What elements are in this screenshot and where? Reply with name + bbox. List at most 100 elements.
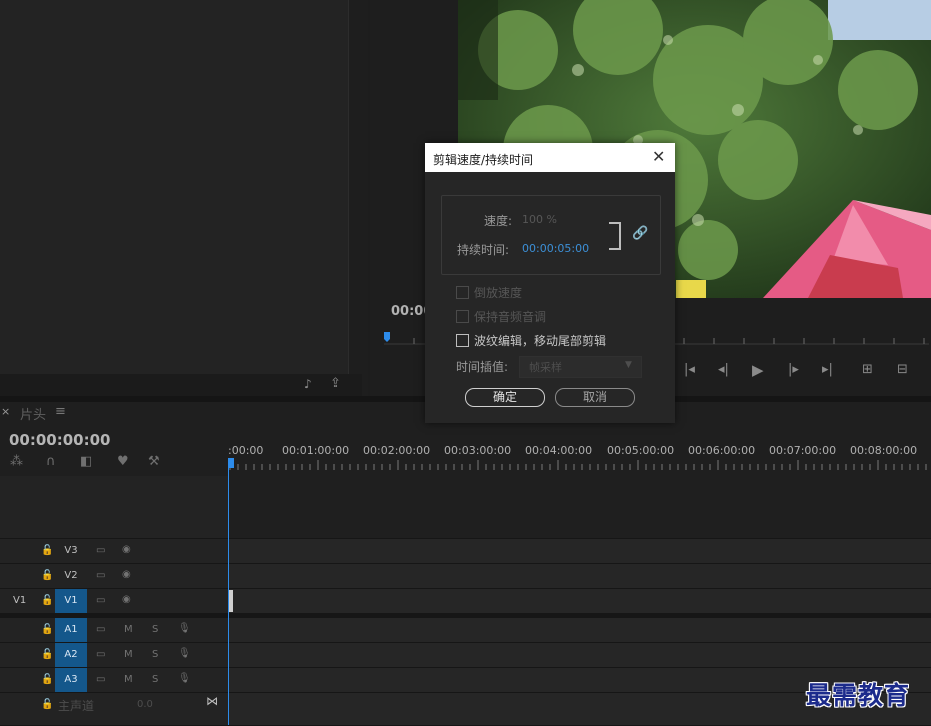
audio-track-a1: 🔓 A1 ▭ M S 🎙 xyxy=(0,618,931,643)
ripple-edit-label: 波纹编辑，移动尾部剪辑 xyxy=(474,334,607,348)
lock-icon[interactable]: 🔓 xyxy=(41,674,53,685)
sequence-tab[interactable]: 片头 xyxy=(20,404,46,423)
add-marker-icon[interactable]: ♥ xyxy=(117,454,129,469)
video-track-v2: 🔓 V2 ▭ ◉ xyxy=(0,564,931,589)
step-back-frame-icon[interactable]: ◂| xyxy=(718,362,729,377)
track-lane[interactable] xyxy=(229,643,931,667)
step-forward-frame-icon[interactable]: |▸ xyxy=(788,362,799,377)
close-icon[interactable]: ✕ xyxy=(652,147,665,166)
time-interpolation-label: 时间插值: xyxy=(456,360,509,374)
lock-icon[interactable]: 🔓 xyxy=(41,649,53,660)
reverse-speed-checkbox[interactable] xyxy=(456,286,469,299)
sync-lock-icon[interactable]: ▭ xyxy=(96,649,105,660)
ruler-label: 00:07:00:00 xyxy=(769,444,837,457)
track-target-toggle[interactable]: V2 xyxy=(55,564,87,588)
panel-menu-icon[interactable]: ≡ xyxy=(55,404,66,419)
track-target-toggle[interactable]: V1 xyxy=(55,589,87,613)
snap-magnet-icon[interactable]: ∩ xyxy=(46,454,56,469)
track-target-toggle[interactable]: A1 xyxy=(55,618,87,642)
source-monitor-viewer xyxy=(0,0,349,374)
lift-icon[interactable]: ⊞ xyxy=(862,362,873,377)
source-patch-v1[interactable]: V1 xyxy=(13,595,26,606)
microphone-icon[interactable]: 🎙 xyxy=(178,623,191,634)
lock-icon[interactable]: 🔓 xyxy=(41,570,53,581)
eye-icon[interactable]: ◉ xyxy=(122,594,131,605)
mute-button[interactable]: M xyxy=(124,649,133,660)
close-tab-icon[interactable]: × xyxy=(1,405,10,418)
eye-icon[interactable]: ◉ xyxy=(122,544,131,555)
watermark-logo: 最需教育 xyxy=(806,681,911,710)
mute-button[interactable]: M xyxy=(124,624,133,635)
master-volume-value[interactable]: 0.0 xyxy=(137,699,153,710)
chain-link-icon[interactable]: 🔗 xyxy=(632,226,648,241)
ok-button[interactable]: 确定 xyxy=(465,388,545,407)
export-frame-icon[interactable]: ⇪ xyxy=(330,376,341,391)
step-forward-edit-icon[interactable]: ▸| xyxy=(822,362,833,377)
ripple-edit-checkbox[interactable] xyxy=(456,334,469,347)
audio-drag-icon[interactable]: ♪ xyxy=(304,377,312,391)
play-icon[interactable]: ▶ xyxy=(752,361,764,379)
timeline-ruler[interactable] xyxy=(228,460,931,470)
bowtie-icon[interactable]: ⋈ xyxy=(206,694,218,708)
sync-lock-icon[interactable]: ▭ xyxy=(96,545,105,556)
sync-lock-icon[interactable]: ▭ xyxy=(96,570,105,581)
maintain-pitch-checkbox[interactable] xyxy=(456,310,469,323)
dialog-title: 剪辑速度/持续时间 xyxy=(433,153,534,167)
solo-button[interactable]: S xyxy=(152,649,158,660)
cancel-button[interactable]: 取消 xyxy=(555,388,635,407)
ruler-label: 00:01:00:00 xyxy=(282,444,350,457)
lock-icon[interactable]: 🔓 xyxy=(41,699,53,710)
track-lane[interactable] xyxy=(229,539,931,563)
link-bracket xyxy=(609,222,621,250)
extract-icon[interactable]: ⊟ xyxy=(897,362,908,377)
transport-controls: |◂ ◂| ▶ |▸ ▸| ⊞ ⊟ xyxy=(680,361,930,388)
lock-icon[interactable]: 🔓 xyxy=(41,545,53,556)
timeline-timecode[interactable]: 00:00:00:00 xyxy=(9,431,111,449)
reverse-speed-label: 倒放速度 xyxy=(474,286,523,300)
duration-label: 持续时间: xyxy=(457,243,510,257)
ruler-label: 00:04:00:00 xyxy=(525,444,593,457)
ruler-label: :00:00 xyxy=(228,444,264,457)
linked-selection-icon[interactable]: ◧ xyxy=(80,454,92,469)
ruler-label: 00:05:00:00 xyxy=(607,444,675,457)
microphone-icon[interactable]: 🎙 xyxy=(178,648,191,659)
clip-on-v1[interactable] xyxy=(229,590,233,612)
timeline-toolbar: ⁂ ∩ ◧ ♥ ⚒ xyxy=(10,454,180,472)
program-playhead-icon[interactable] xyxy=(384,332,391,342)
track-target-toggle[interactable]: V3 xyxy=(55,539,87,563)
duration-input[interactable]: 00:00:05:00 xyxy=(522,242,589,255)
ruler-label: 00:03:00:00 xyxy=(444,444,512,457)
speed-duration-group xyxy=(441,195,661,275)
nest-icon[interactable]: ⁂ xyxy=(10,454,23,469)
speed-input[interactable]: 100 % xyxy=(522,213,557,226)
timeline-ruler-labels: :00:00 00:01:00:00 00:02:00:00 00:03:00:… xyxy=(228,444,931,458)
sync-lock-icon[interactable]: ▭ xyxy=(96,674,105,685)
track-spacer xyxy=(0,476,931,539)
maintain-pitch-label: 保持音频音调 xyxy=(474,310,547,324)
time-interpolation-value: 帧采样 xyxy=(529,361,562,374)
ruler-label: 00:06:00:00 xyxy=(688,444,756,457)
lock-icon[interactable]: 🔓 xyxy=(41,624,53,635)
track-target-toggle[interactable]: A3 xyxy=(55,668,87,692)
ruler-label: 00:02:00:00 xyxy=(363,444,431,457)
sync-lock-icon[interactable]: ▭ xyxy=(96,595,105,606)
solo-button[interactable]: S xyxy=(152,674,158,685)
clip-speed-dialog xyxy=(425,143,675,423)
solo-button[interactable]: S xyxy=(152,624,158,635)
eye-icon[interactable]: ◉ xyxy=(122,569,131,580)
microphone-icon[interactable]: 🎙 xyxy=(178,673,191,684)
sync-lock-icon[interactable]: ▭ xyxy=(96,624,105,635)
ruler-label: 00:08:00:00 xyxy=(850,444,918,457)
speed-label: 速度: xyxy=(484,214,513,228)
track-lane[interactable] xyxy=(229,589,931,613)
track-target-toggle[interactable]: A2 xyxy=(55,643,87,667)
lock-icon[interactable]: 🔓 xyxy=(41,595,53,606)
track-lane[interactable] xyxy=(229,564,931,588)
audio-track-a3: 🔓 A3 ▭ M S 🎙 xyxy=(0,668,931,693)
playhead-head-icon[interactable] xyxy=(228,458,234,468)
mute-button[interactable]: M xyxy=(124,674,133,685)
track-lane[interactable] xyxy=(229,618,931,642)
wrench-icon[interactable]: ⚒ xyxy=(148,454,160,469)
step-back-edit-icon[interactable]: |◂ xyxy=(684,362,695,377)
audio-track-a2: 🔓 A2 ▭ M S 🎙 xyxy=(0,643,931,668)
